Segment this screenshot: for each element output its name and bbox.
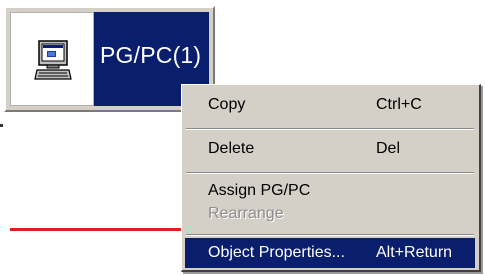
menu-item-rearrange[interactable]: Rearrange bbox=[185, 199, 475, 229]
menu-item-shortcut: Del bbox=[376, 140, 401, 157]
menu-item-label: Assign PG/PC bbox=[208, 182, 311, 199]
menu-item-label: Object Properties... bbox=[208, 244, 345, 261]
menu-item-label: Copy bbox=[208, 96, 246, 113]
menu-item-delete[interactable]: Delete Del bbox=[185, 134, 475, 164]
computer-monitor-icon bbox=[34, 40, 72, 80]
menu-separator bbox=[186, 172, 474, 174]
connector-point bbox=[0, 124, 3, 127]
network-connection-line[interactable] bbox=[10, 228, 200, 231]
menu-item-label: Delete bbox=[208, 140, 255, 157]
menu-separator bbox=[186, 234, 474, 236]
menu-item-shortcut: Ctrl+C bbox=[376, 96, 422, 113]
menu-item-object-properties[interactable]: Object Properties... Alt+Return bbox=[185, 238, 475, 268]
menu-item-shortcut: Alt+Return bbox=[376, 244, 453, 261]
station-icon-area[interactable] bbox=[10, 12, 94, 106]
station-title: PG/PC(1) bbox=[100, 42, 202, 68]
menu-item-copy[interactable]: Copy Ctrl+C bbox=[185, 90, 475, 120]
menu-item-label: Rearrange bbox=[208, 205, 284, 222]
context-menu: Copy Ctrl+C Delete Del Assign PG/PC Rear… bbox=[181, 84, 481, 272]
menu-separator bbox=[186, 128, 474, 130]
